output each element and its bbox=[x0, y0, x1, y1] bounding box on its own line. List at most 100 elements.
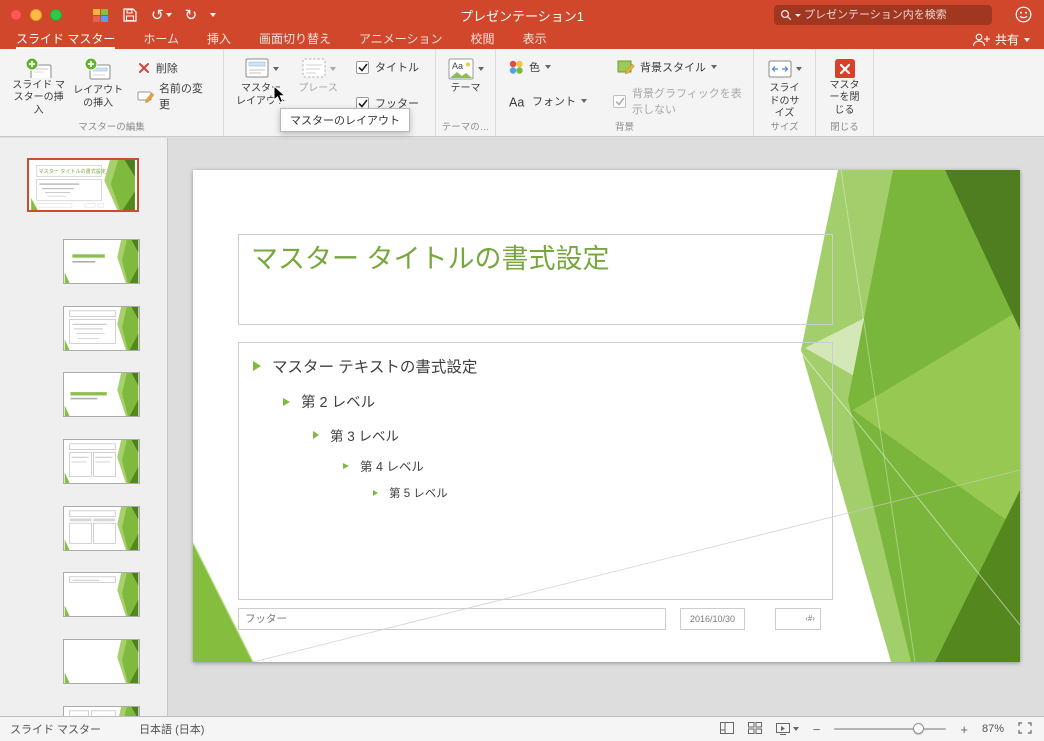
background-styles-caret-icon bbox=[711, 65, 717, 69]
statusbar-language[interactable]: 日本語 (日本) bbox=[139, 721, 204, 737]
thumbnail-layout-comparison[interactable] bbox=[63, 506, 140, 551]
title-placeholder[interactable]: マスター タイトルの書式設定 bbox=[238, 234, 833, 325]
zoom-slider[interactable] bbox=[834, 722, 947, 736]
tab-review[interactable]: 校閲 bbox=[471, 30, 495, 49]
tab-view[interactable]: 表示 bbox=[523, 30, 547, 49]
thumbnail-master-title: マスター タイトルの書式設定 bbox=[39, 168, 106, 175]
hide-background-graphics-box bbox=[613, 94, 626, 108]
bullet-triangle-icon bbox=[343, 462, 349, 469]
slideshow-view-button[interactable] bbox=[775, 723, 799, 735]
bullet-level-2: 第 2 レベル bbox=[283, 391, 832, 412]
rename-button[interactable]: 名前の変更 bbox=[133, 78, 215, 114]
footer-text: フッター bbox=[245, 613, 287, 625]
tab-home[interactable]: ホーム bbox=[143, 30, 179, 49]
slide-size-button[interactable]: スライドのサイズ bbox=[762, 55, 807, 119]
share-button[interactable]: 共有 bbox=[972, 30, 1030, 49]
thumbnail-layout-title-only[interactable] bbox=[63, 572, 140, 617]
slide-number-placeholder[interactable]: ‹#› bbox=[775, 608, 821, 630]
slide-number-text: ‹#› bbox=[805, 614, 815, 623]
thumbnail-layout-content-caption[interactable] bbox=[63, 706, 140, 716]
master-layout-icon bbox=[245, 58, 268, 78]
insert-slide-master-icon bbox=[25, 57, 52, 78]
zoom-slider-track bbox=[834, 728, 947, 730]
fonts-icon: Aa bbox=[509, 95, 524, 109]
fonts-button[interactable]: Aa フォント bbox=[504, 91, 591, 111]
theme-aa-glyph: Aa bbox=[452, 61, 463, 71]
hide-background-graphics-checkbox[interactable]: 背景グラフィックを表示しない bbox=[613, 85, 745, 117]
undo-button[interactable]: ↺ bbox=[151, 8, 172, 23]
insert-layout-button[interactable]: レイアウトの挿入 bbox=[69, 55, 127, 119]
thumbnail-slide-master[interactable]: マスター タイトルの書式設定 bbox=[27, 158, 139, 212]
fonts-caret-icon bbox=[581, 99, 587, 103]
search-input[interactable] bbox=[804, 9, 986, 21]
slide-size-icon bbox=[768, 60, 792, 78]
undo-icon: ↺ bbox=[151, 6, 164, 24]
thumbnail-layout-blank[interactable] bbox=[63, 639, 140, 684]
theme-button[interactable]: Aa テーマ bbox=[444, 55, 487, 119]
feedback-smiley-icon[interactable] bbox=[1015, 6, 1032, 28]
search-scope-caret-icon[interactable] bbox=[795, 13, 801, 17]
title-checkbox[interactable]: タイトル bbox=[356, 59, 419, 75]
group-label-themes: テーマの… bbox=[441, 122, 490, 133]
slide-master-editor[interactable]: マスター タイトルの書式設定 マスター テキストの書式設定 第 2 レベル 第 … bbox=[193, 170, 1020, 662]
tab-insert[interactable]: 挿入 bbox=[207, 30, 231, 49]
thumbnail-layout-two-content[interactable] bbox=[63, 439, 140, 484]
zoom-window-button[interactable] bbox=[50, 9, 62, 21]
toolbar-options-button[interactable] bbox=[210, 13, 217, 17]
thumbnail-layout-section-header[interactable] bbox=[63, 372, 140, 417]
thumbnail-layout-title-content[interactable] bbox=[63, 306, 140, 351]
search-icon bbox=[780, 9, 792, 21]
bullet-triangle-icon bbox=[283, 397, 290, 406]
share-label: 共有 bbox=[994, 33, 1019, 47]
body-placeholder[interactable]: マスター テキストの書式設定 第 2 レベル 第 3 レベル 第 4 レベル 第… bbox=[238, 342, 833, 600]
title-checkbox-box bbox=[356, 60, 369, 74]
bullet-triangle-icon bbox=[313, 431, 319, 439]
normal-view-button[interactable] bbox=[719, 721, 734, 737]
view-grid-icon[interactable] bbox=[92, 8, 109, 23]
ribbon: スライド マスターの挿入 レイアウトの挿入 削除 名前の変更 マスターの編集 マ… bbox=[0, 49, 1044, 137]
ribbon-group-close: マスターを閉じる 閉じる bbox=[816, 49, 874, 136]
bullet-text-3: 第 3 レベル bbox=[330, 429, 400, 444]
footer-placeholder[interactable]: フッター bbox=[238, 608, 666, 630]
insert-placeholder-label: プレース bbox=[298, 83, 338, 94]
search-box[interactable] bbox=[774, 5, 992, 25]
tab-slide-master[interactable]: スライド マスター bbox=[16, 30, 116, 49]
fit-slide-button[interactable] bbox=[1018, 721, 1032, 737]
save-icon[interactable] bbox=[122, 7, 138, 23]
colors-caret-icon bbox=[545, 65, 551, 69]
background-styles-label: 背景スタイル bbox=[640, 62, 706, 74]
delete-button[interactable]: 削除 bbox=[133, 58, 215, 78]
minimize-window-button[interactable] bbox=[30, 9, 42, 21]
delete-label: 削除 bbox=[155, 63, 178, 75]
thumbnail-layout-title-slide[interactable] bbox=[63, 239, 140, 284]
tab-animations[interactable]: アニメーション bbox=[359, 30, 443, 49]
close-window-button[interactable] bbox=[10, 9, 22, 21]
theme-label: テーマ bbox=[450, 83, 481, 94]
bullet-level-1: マスター テキストの書式設定 bbox=[253, 355, 832, 377]
ribbon-group-edit-master: スライド マスターの挿入 レイアウトの挿入 削除 名前の変更 マスターの編集 bbox=[0, 49, 224, 136]
background-styles-button[interactable]: 背景スタイル bbox=[613, 57, 721, 77]
bullet-text-2: 第 2 レベル bbox=[301, 395, 376, 411]
slide-thumbnail-panel: マスター タイトルの書式設定 bbox=[0, 138, 168, 716]
tab-transitions[interactable]: 画面切り替え bbox=[259, 30, 331, 49]
delete-icon bbox=[138, 63, 149, 73]
zoom-percent[interactable]: 87% bbox=[982, 723, 1004, 735]
undo-caret-icon[interactable] bbox=[165, 13, 172, 17]
checkmark-icon bbox=[357, 99, 368, 108]
bullet-level-5: 第 5 レベル bbox=[373, 485, 832, 501]
colors-button[interactable]: 色 bbox=[504, 57, 555, 77]
insert-slide-master-button[interactable]: スライド マスターの挿入 bbox=[8, 55, 69, 119]
slide-canvas: マスター タイトルの書式設定 マスター テキストの書式設定 第 2 レベル 第 … bbox=[169, 138, 1044, 716]
redo-button[interactable]: ↻ bbox=[185, 8, 198, 23]
insert-layout-label: レイアウトの挿入 bbox=[73, 85, 124, 109]
zoom-in-button[interactable]: + bbox=[960, 723, 968, 736]
bullet-level-3: 第 3 レベル bbox=[313, 425, 832, 445]
zoom-slider-knob[interactable] bbox=[912, 723, 924, 734]
close-master-icon bbox=[834, 59, 855, 78]
background-styles-icon bbox=[617, 60, 635, 75]
close-master-button[interactable]: マスターを閉じる bbox=[824, 55, 865, 119]
zoom-out-button[interactable]: − bbox=[813, 723, 821, 736]
date-placeholder[interactable]: 2016/10/30 bbox=[680, 608, 745, 630]
slide-sorter-view-button[interactable] bbox=[747, 721, 762, 737]
title-checkbox-label: タイトル bbox=[375, 62, 419, 74]
